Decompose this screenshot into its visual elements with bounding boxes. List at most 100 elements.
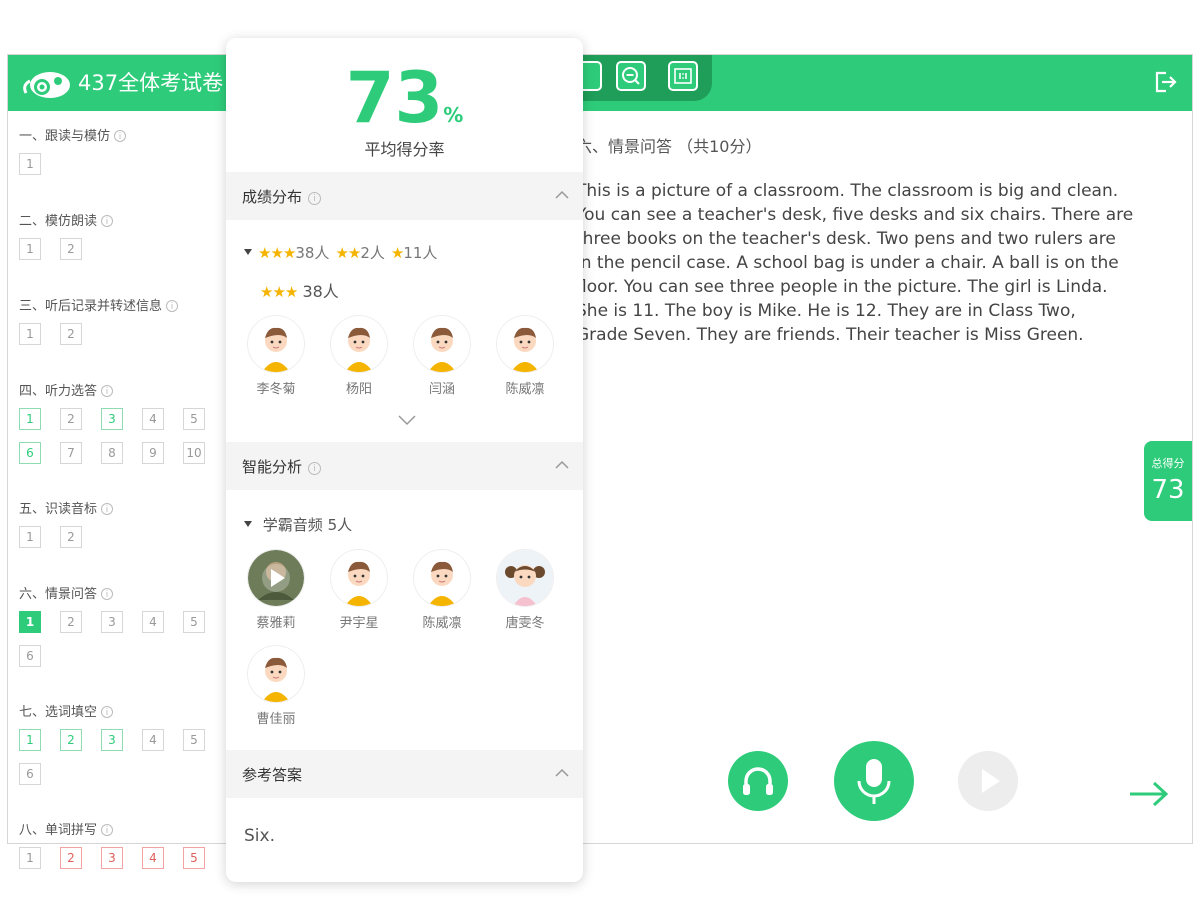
student-card[interactable]: 蔡雅莉: [246, 550, 306, 631]
info-icon[interactable]: i: [101, 215, 114, 227]
student-name: 陈威凛: [505, 382, 545, 397]
chevron-up-icon[interactable]: [555, 460, 569, 470]
question-number-button[interactable]: 5: [183, 408, 205, 430]
question-number-button[interactable]: 9: [142, 442, 164, 464]
average-score-label: 平均得分率: [364, 140, 445, 159]
total-score-tab[interactable]: 总得分 73: [1144, 441, 1192, 521]
star-rating-icon: ★: [390, 244, 404, 262]
chameleon-logo-icon: [23, 72, 70, 98]
question-number-button[interactable]: 2: [60, 323, 82, 345]
listen-button[interactable]: [728, 751, 788, 811]
student-avatar[interactable]: [497, 550, 553, 606]
section-title-text: 三、听后记录并转述信息: [19, 299, 163, 314]
student-card[interactable]: 尹宇星: [329, 550, 389, 631]
question-number-button[interactable]: 4: [142, 847, 164, 869]
actual-size-button[interactable]: [668, 61, 698, 91]
question-number-button[interactable]: 2: [60, 238, 82, 260]
student-avatar[interactable]: [331, 550, 387, 606]
question-number-button[interactable]: 8: [101, 442, 123, 464]
next-arrow-icon[interactable]: [1128, 779, 1170, 809]
question-number-button[interactable]: 6: [19, 763, 41, 785]
student-card[interactable]: 李冬菊: [246, 316, 306, 397]
distribution-summary[interactable]: ★★★38人 ★★2人 ★11人: [244, 242, 443, 263]
student-avatar[interactable]: [248, 316, 304, 372]
info-icon[interactable]: i: [114, 130, 127, 142]
distribution-header[interactable]: 成绩分布 i: [226, 172, 583, 220]
question-number-button[interactable]: 1: [19, 323, 41, 345]
playback-button[interactable]: [958, 751, 1018, 811]
question-number-button[interactable]: 1: [19, 526, 41, 548]
info-icon[interactable]: i: [101, 503, 114, 515]
info-icon[interactable]: i: [101, 588, 114, 600]
student-name: 杨阳: [345, 382, 372, 397]
info-icon[interactable]: i: [166, 300, 179, 312]
student-avatar[interactable]: [414, 316, 470, 372]
passage-line: This is a picture of a classroom. The cl…: [576, 181, 1119, 201]
question-number-button[interactable]: 2: [60, 526, 82, 548]
actual-size-icon: [674, 68, 692, 84]
info-icon[interactable]: i: [308, 462, 322, 475]
play-audio-avatar-icon[interactable]: [248, 550, 304, 606]
info-icon[interactable]: i: [308, 192, 322, 205]
question-number-button[interactable]: 1: [19, 408, 41, 430]
student-avatar[interactable]: [414, 550, 470, 606]
chevron-down-icon[interactable]: [398, 414, 416, 426]
question-number-button[interactable]: 2: [60, 847, 82, 869]
section-title-text: 八、单词拼写: [19, 823, 98, 838]
student-card[interactable]: 杨阳: [329, 316, 389, 397]
chevron-up-icon[interactable]: [555, 768, 569, 778]
question-number-button[interactable]: 2: [60, 408, 82, 430]
question-number-button[interactable]: 5: [183, 729, 205, 751]
question-number-button[interactable]: 1: [19, 729, 41, 751]
question-number-button[interactable]: 3: [101, 729, 123, 751]
section-title: 三、听后记录并转述信息 i: [19, 295, 179, 314]
section-title-text: 五、识读音标: [19, 502, 98, 517]
student-name: 陈威凛: [422, 616, 462, 631]
info-icon[interactable]: i: [101, 824, 114, 836]
section-title-text: 七、选词填空: [19, 705, 98, 720]
info-icon[interactable]: i: [101, 385, 114, 397]
student-avatar[interactable]: [248, 646, 304, 702]
student-card[interactable]: 唐雯冬: [495, 550, 555, 631]
question-number-button[interactable]: 3: [101, 847, 123, 869]
zoom-out-button[interactable]: [616, 61, 646, 91]
student-avatar[interactable]: [497, 316, 553, 372]
question-number-button[interactable]: 4: [142, 408, 164, 430]
question-number-button[interactable]: 3: [101, 408, 123, 430]
zoom-toolbar: [568, 55, 712, 101]
student-card[interactable]: 曹佳丽: [246, 646, 306, 727]
student-card[interactable]: 陈威凛: [412, 550, 472, 631]
student-card[interactable]: 陈威凛: [495, 316, 555, 397]
question-number-button[interactable]: 4: [142, 611, 164, 633]
question-number-button[interactable]: 4: [142, 729, 164, 751]
top-audio-group[interactable]: 学霸音频 5人: [244, 514, 352, 535]
question-number-button[interactable]: 3: [101, 611, 123, 633]
question-number-button[interactable]: 2: [60, 729, 82, 751]
section-title-text: 一、跟读与模仿: [19, 129, 111, 144]
question-number-button[interactable]: 6: [19, 645, 41, 667]
question-number-button[interactable]: 5: [183, 847, 205, 869]
question-number-button[interactable]: 6: [19, 442, 41, 464]
record-button[interactable]: [834, 741, 914, 821]
question-heading: 六、情景问答 （共10分）: [576, 137, 762, 156]
question-number-button[interactable]: 10: [183, 442, 205, 464]
student-card[interactable]: 闫涵: [412, 316, 472, 397]
question-number-button[interactable]: 1: [19, 611, 41, 633]
expand-triangle-icon: [244, 249, 252, 255]
student-avatar[interactable]: [331, 316, 387, 372]
section-title: 一、跟读与模仿 i: [19, 125, 127, 144]
chevron-up-icon[interactable]: [555, 190, 569, 200]
analysis-header[interactable]: 智能分析 i: [226, 442, 583, 490]
question-number-button[interactable]: 1: [19, 153, 41, 175]
student-name: 李冬菊: [256, 382, 296, 397]
question-number-button[interactable]: 1: [19, 238, 41, 260]
top-audio-label: 学霸音频: [262, 516, 323, 534]
question-number-button[interactable]: 7: [60, 442, 82, 464]
answer-header[interactable]: 参考答案: [226, 750, 583, 798]
question-number-button[interactable]: 1: [19, 847, 41, 869]
exit-icon[interactable]: [1152, 69, 1178, 95]
star-rating-icon: ★★: [335, 244, 361, 262]
question-number-button[interactable]: 5: [183, 611, 205, 633]
info-icon[interactable]: i: [101, 706, 114, 718]
question-number-button[interactable]: 2: [60, 611, 82, 633]
